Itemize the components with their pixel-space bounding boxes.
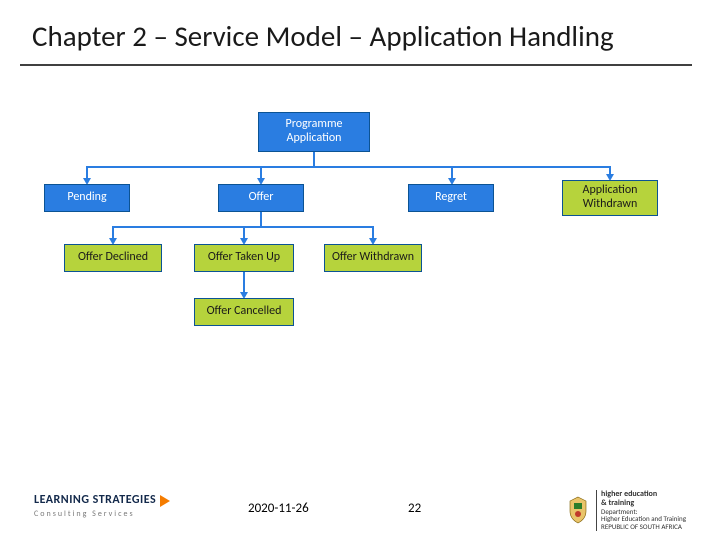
flow-diagram: Programme Application Pending Offer Regr…	[44, 112, 684, 392]
logo-text-line2: Consulting Services	[34, 509, 135, 519]
footer-page-number: 22	[408, 501, 421, 516]
connector	[86, 166, 611, 168]
connector	[451, 166, 453, 178]
node-programme-application: Programme Application	[258, 112, 370, 152]
node-pending: Pending	[44, 184, 130, 212]
logo-text-line1: LEARNING STRATEGIES	[34, 493, 156, 507]
divider	[20, 64, 692, 66]
connector	[86, 166, 88, 178]
slide-title: Chapter 2 – Service Model – Application …	[32, 18, 614, 54]
connector	[609, 166, 611, 174]
connector	[260, 166, 262, 178]
node-offer-cancelled: Offer Cancelled	[194, 298, 294, 326]
node-regret: Regret	[408, 184, 494, 212]
connector	[313, 152, 315, 166]
logo-learning-strategies: LEARNING STRATEGIES Consulting Services	[34, 494, 170, 519]
node-offer: Offer	[218, 184, 304, 212]
connector	[112, 226, 114, 238]
triangle-icon	[160, 495, 170, 507]
connector	[243, 272, 245, 292]
connector	[372, 226, 374, 238]
node-offer-taken-up: Offer Taken Up	[194, 244, 294, 272]
footer-date: 2020-11-26	[248, 501, 309, 516]
node-offer-withdrawn: Offer Withdrawn	[324, 244, 422, 272]
dept-line5: REPUBLIC OF SOUTH AFRICA	[601, 523, 686, 531]
connector	[260, 212, 262, 226]
node-offer-declined: Offer Declined	[64, 244, 162, 272]
connector	[243, 226, 245, 238]
coat-of-arms-icon	[566, 496, 590, 524]
logo-dhet: higher education & training Department: …	[566, 490, 686, 531]
dept-text: higher education & training Department: …	[596, 490, 686, 531]
node-application-withdrawn: Application Withdrawn	[562, 180, 658, 216]
